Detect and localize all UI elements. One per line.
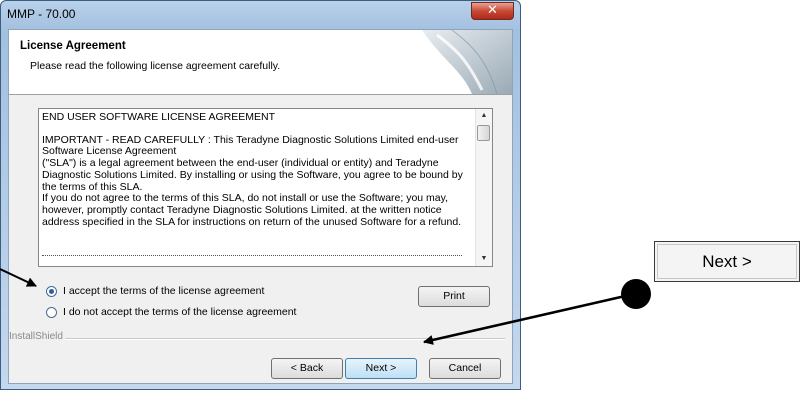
page-title: License Agreement [20, 40, 126, 52]
installer-window: MMP - 70.00 ✕ License Agreement Please r… [0, 0, 521, 390]
decline-label[interactable]: I do not accept the terms of the license… [63, 306, 296, 318]
title-bar[interactable]: MMP - 70.00 ✕ [1, 1, 520, 27]
print-button[interactable]: Print [418, 286, 490, 307]
accept-label[interactable]: I accept the terms of the license agreem… [63, 285, 264, 297]
footer-divider [65, 338, 505, 340]
installshield-label: InstallShield [9, 331, 63, 342]
license-line: Diagnostic Solutions Limited. By install… [42, 168, 463, 181]
scroll-up-icon[interactable]: ▲ [476, 109, 492, 123]
next-button[interactable]: Next > [345, 358, 417, 379]
license-text: END USER SOFTWARE LICENSE AGREEMENT IMPO… [42, 111, 472, 228]
callout-dot-icon [621, 279, 651, 309]
cancel-button[interactable]: Cancel [429, 358, 501, 379]
accept-radio[interactable] [46, 285, 57, 297]
scroll-down-icon[interactable]: ▼ [476, 252, 492, 266]
page-subtitle: Please read the following license agreem… [30, 60, 281, 72]
scroll-thumb[interactable] [477, 125, 490, 141]
license-scrollbar[interactable]: ▲ ▼ [475, 109, 492, 266]
license-line: however, promptly contact Teradyne Diagn… [42, 203, 442, 216]
accept-option[interactable]: I accept the terms of the license agreem… [46, 285, 264, 297]
license-heading: END USER SOFTWARE LICENSE AGREEMENT [42, 111, 275, 123]
window-title: MMP - 70.00 [7, 7, 76, 21]
back-button[interactable]: < Back [271, 358, 343, 379]
installer-graphic-icon [422, 30, 512, 94]
callout-next-button: Next > [654, 241, 800, 282]
license-divider [42, 255, 462, 256]
dialog-client-area: License Agreement Please read the follow… [8, 29, 513, 384]
close-button[interactable]: ✕ [471, 2, 514, 20]
dialog-header: License Agreement Please read the follow… [9, 30, 512, 95]
license-text-area[interactable]: END USER SOFTWARE LICENSE AGREEMENT IMPO… [38, 108, 493, 267]
close-icon: ✕ [487, 3, 498, 18]
decline-radio[interactable] [46, 306, 57, 318]
decline-option[interactable]: I do not accept the terms of the license… [46, 306, 296, 318]
license-line: address specified in the SLA for instruc… [42, 215, 462, 228]
